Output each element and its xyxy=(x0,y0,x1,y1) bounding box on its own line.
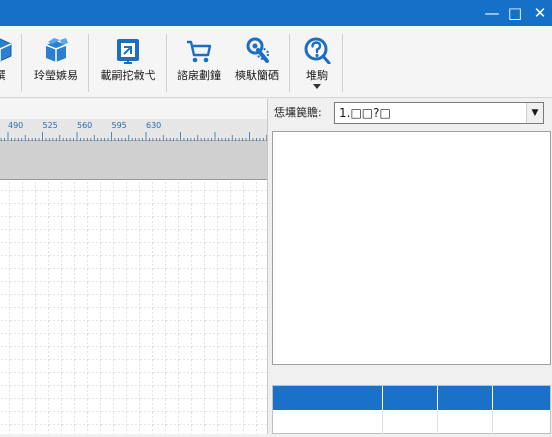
panel-label: 恁壎笢贍: xyxy=(274,106,322,119)
toolbar-button-2[interactable]: 載嗣拕敹弋 xyxy=(93,32,163,92)
toolbar-button-label: 載嗣拕敹弋 xyxy=(100,69,156,82)
ruler-label: 595 xyxy=(112,121,127,130)
toolbar-button-label: 諮扆劃鐘 xyxy=(177,69,221,82)
table-cell[interactable] xyxy=(273,410,383,434)
cart-icon xyxy=(187,40,212,63)
ruler-label: 490 xyxy=(8,121,23,130)
chevron-down-icon[interactable]: ▼ xyxy=(526,103,543,123)
toolbar-button-1[interactable]: 玲瑩嫉易 xyxy=(27,32,85,92)
table-header-cell[interactable] xyxy=(493,386,550,410)
toolbar-separator xyxy=(88,34,89,92)
ruler-ticks: 490 525 560 595 630 xyxy=(0,121,267,141)
design-grid[interactable] xyxy=(0,180,267,434)
toolbar-separator xyxy=(342,34,343,92)
tools-icon xyxy=(246,37,269,63)
type-select[interactable]: 1.□□?□ ▼ xyxy=(334,102,544,124)
box-icon xyxy=(0,38,12,62)
table-header-cell[interactable] xyxy=(438,386,493,410)
properties-panel: 恁壎笢贍: 1.□□?□ ▼ xyxy=(267,99,552,434)
table-cell[interactable] xyxy=(438,410,493,434)
horizontal-ruler: 490 525 560 595 630 xyxy=(0,119,267,141)
import-icon xyxy=(117,39,139,64)
design-canvas: 490 525 560 595 630 xyxy=(0,99,267,434)
table-header-cell[interactable] xyxy=(273,386,383,410)
title-bar: — □ ✕ xyxy=(0,0,552,26)
toolbar-button-4[interactable]: 樉馱籣硒 xyxy=(228,32,286,92)
toolbar: 襈 玲瑩嫉易 載嗣拕敹弋 諮扆劃鐘 xyxy=(0,26,552,98)
grid-lines xyxy=(0,180,267,434)
toolbar-button-5[interactable]: 堆駒 xyxy=(294,32,340,92)
table-cell[interactable] xyxy=(383,410,438,434)
toolbar-separator xyxy=(21,34,22,92)
toolbar-button-label: 襈 xyxy=(0,67,14,83)
chevron-down-icon xyxy=(313,84,321,89)
ruler-label: 525 xyxy=(43,121,58,130)
toolbar-separator xyxy=(166,34,167,92)
toolbar-button-label: 堆駒 xyxy=(306,69,328,82)
toolbar-button-0[interactable]: 襈 xyxy=(0,32,14,92)
help-icon xyxy=(304,37,331,64)
item-list[interactable] xyxy=(272,131,551,365)
toolbar-button-3[interactable]: 諮扆劃鐘 xyxy=(170,32,228,92)
type-select-value: 1.□□?□ xyxy=(339,106,391,120)
package-icon xyxy=(45,38,68,62)
table-cell[interactable] xyxy=(493,410,550,434)
close-button[interactable]: ✕ xyxy=(529,0,551,26)
toolbar-button-label: 玲瑩嫉易 xyxy=(34,69,78,82)
table-header-cell[interactable] xyxy=(383,386,438,410)
toolbar-button-label: 樉馱籣硒 xyxy=(235,69,279,82)
minimize-button[interactable]: — xyxy=(481,0,503,26)
report-header-band[interactable] xyxy=(0,141,267,180)
table-header xyxy=(273,386,550,410)
data-table xyxy=(272,385,551,434)
maximize-button[interactable]: □ xyxy=(504,0,526,26)
ruler-label: 630 xyxy=(146,121,161,130)
toolbar-separator xyxy=(289,34,290,92)
ruler-label: 560 xyxy=(77,121,92,130)
